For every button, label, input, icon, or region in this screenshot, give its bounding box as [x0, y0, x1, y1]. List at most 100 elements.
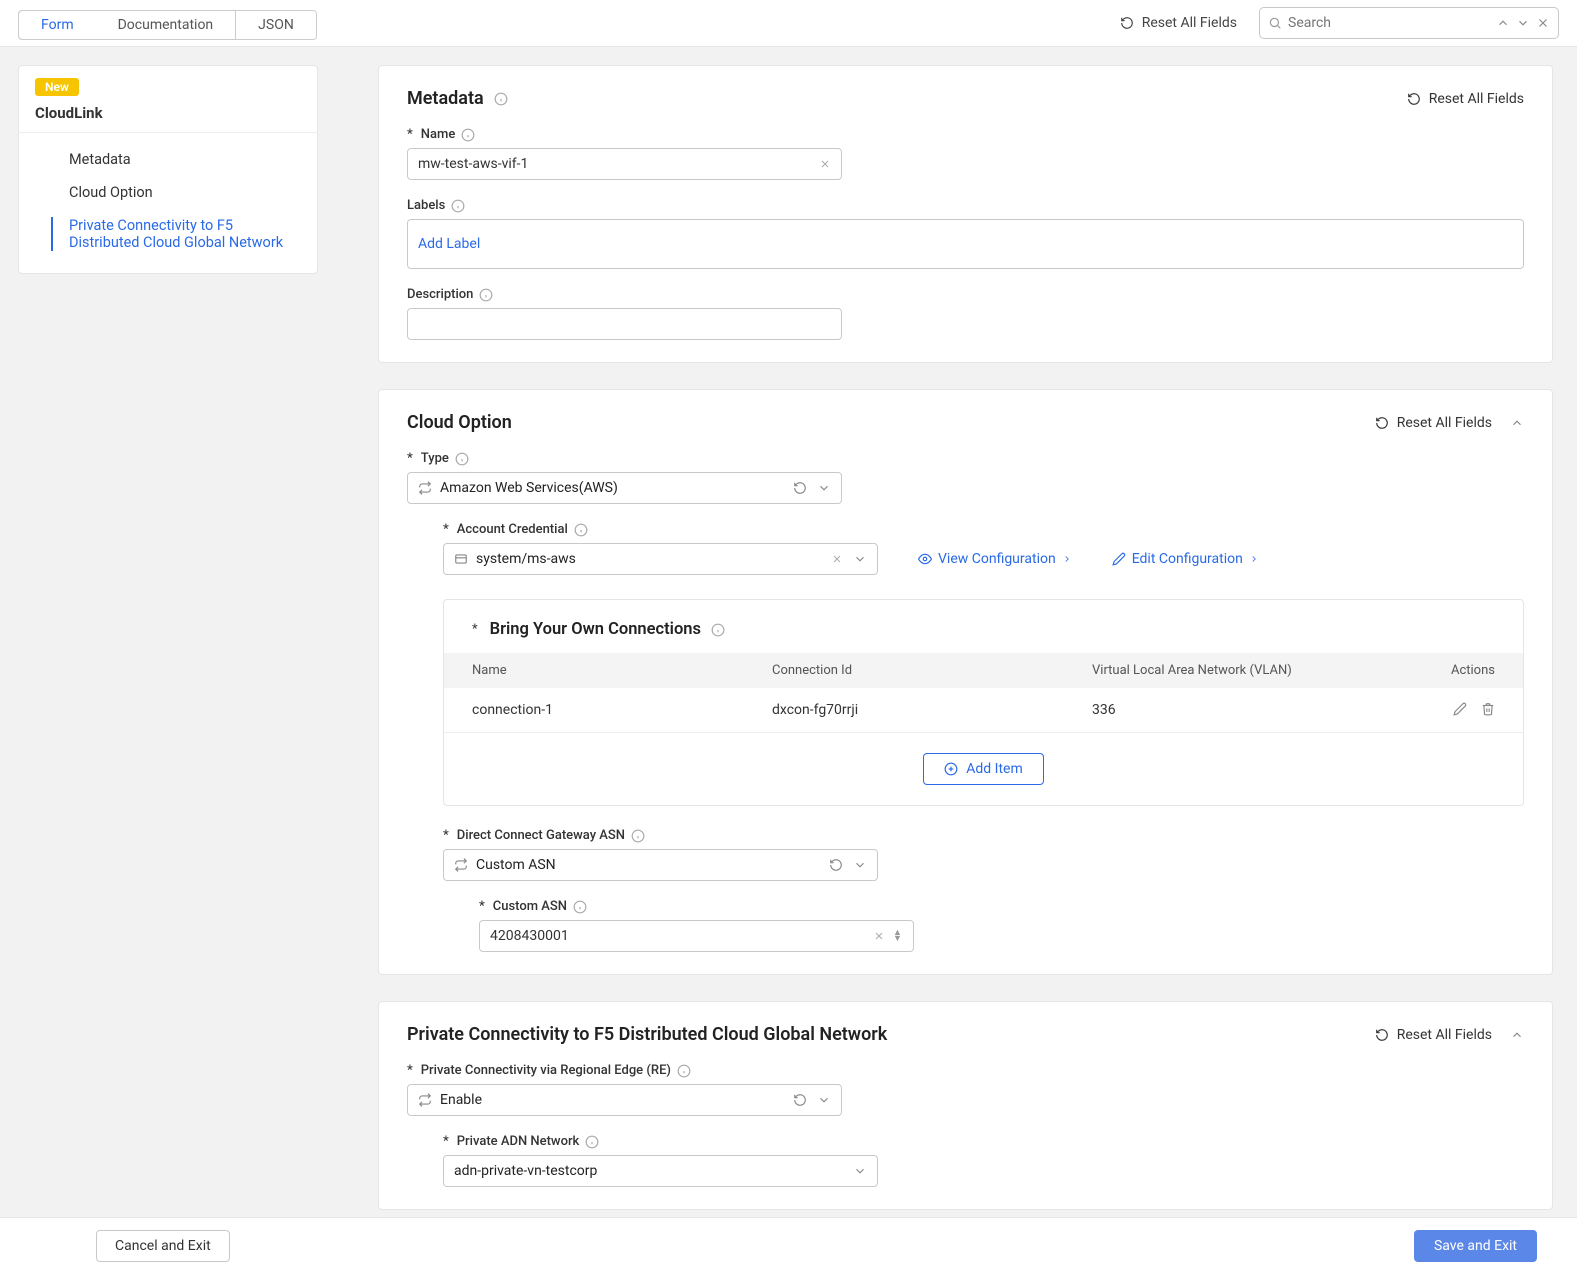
adn-label: *Private ADN Network: [443, 1134, 1524, 1149]
tab-documentation[interactable]: Documentation: [96, 11, 237, 39]
cell-vlan: 336: [1092, 702, 1415, 718]
acct-select[interactable]: system/ms-aws: [443, 543, 878, 575]
reset-all-top-label: Reset All Fields: [1142, 15, 1237, 31]
byoc-title: Bring Your Own Connections: [490, 620, 701, 639]
edit-row-icon[interactable]: [1453, 702, 1467, 716]
panel-metadata: Metadata Reset All Fields *Name: [378, 65, 1553, 363]
tab-form[interactable]: Form: [18, 10, 97, 40]
sidebar-nav: Metadata Cloud Option Private Connectivi…: [19, 133, 317, 273]
swap-icon: [454, 858, 468, 872]
adn-select[interactable]: adn-private-vn-testcorp: [443, 1155, 878, 1187]
panel-cloud-option: Cloud Option Reset All Fields *Type: [378, 389, 1553, 975]
chevron-right-icon: [1062, 554, 1072, 564]
add-item-button[interactable]: Add Item: [923, 753, 1044, 785]
description-label: Description: [407, 287, 1524, 302]
type-value: Amazon Web Services(AWS): [440, 480, 618, 496]
sidebar-item-cloud-option[interactable]: Cloud Option: [19, 176, 317, 209]
search-icon: [1268, 16, 1282, 30]
info-icon: [461, 128, 475, 142]
info-icon: [573, 900, 587, 914]
col-conn: Connection Id: [772, 663, 1092, 678]
refresh-icon[interactable]: [829, 858, 843, 872]
clear-asn-icon[interactable]: [873, 930, 885, 942]
chevron-down-icon[interactable]: [853, 552, 867, 566]
acct-label: *Account Credential: [443, 522, 1524, 537]
main-content: Metadata Reset All Fields *Name: [378, 65, 1559, 1273]
dcg-select[interactable]: Custom ASN: [443, 849, 878, 881]
description-input-wrap[interactable]: [407, 308, 842, 340]
info-icon: [574, 523, 588, 537]
view-tab-group: Form Documentation JSON: [18, 10, 317, 40]
footer-bar: Cancel and Exit Save and Exit: [0, 1217, 1577, 1273]
reset-all-top[interactable]: Reset All Fields: [1120, 15, 1237, 31]
priv-title: Private Connectivity to F5 Distributed C…: [407, 1024, 887, 1045]
reset-icon: [1375, 1028, 1389, 1042]
pencil-icon: [1112, 552, 1126, 566]
search-box[interactable]: [1259, 7, 1559, 39]
info-icon: [451, 199, 465, 213]
cancel-button[interactable]: Cancel and Exit: [96, 1230, 230, 1262]
panel-private-connectivity: Private Connectivity to F5 Distributed C…: [378, 1001, 1553, 1210]
table-row: connection-1 dxcon-fg70rrji 336: [444, 688, 1523, 733]
info-icon: [631, 829, 645, 843]
adn-value: adn-private-vn-testcorp: [454, 1163, 597, 1179]
asn-input-wrap[interactable]: ▲▼: [479, 920, 914, 952]
clear-acct-icon[interactable]: [831, 553, 843, 565]
reset-icon: [1120, 16, 1134, 30]
byoc-table-header: Name Connection Id Virtual Local Area Ne…: [444, 653, 1523, 688]
reset-metadata-label: Reset All Fields: [1429, 91, 1524, 107]
collapse-priv-icon[interactable]: [1510, 1028, 1524, 1042]
col-name: Name: [472, 663, 772, 678]
info-icon: [479, 288, 493, 302]
swap-icon: [418, 1093, 432, 1107]
asn-stepper[interactable]: ▲▼: [893, 930, 903, 942]
refresh-icon[interactable]: [793, 1093, 807, 1107]
metadata-title: Metadata: [407, 88, 508, 109]
search-next-icon[interactable]: [1516, 16, 1530, 30]
search-input[interactable]: [1288, 15, 1490, 31]
chevron-down-icon[interactable]: [817, 1093, 831, 1107]
collapse-cloud-icon[interactable]: [1510, 416, 1524, 430]
chevron-down-icon[interactable]: [817, 481, 831, 495]
re-label: *Private Connectivity via Regional Edge …: [407, 1063, 1524, 1078]
sidebar: New CloudLink Metadata Cloud Option Priv…: [18, 65, 318, 1273]
save-button[interactable]: Save and Exit: [1414, 1230, 1537, 1262]
sidebar-item-private-connectivity[interactable]: Private Connectivity to F5 Distributed C…: [19, 209, 317, 259]
sidebar-title: CloudLink: [35, 104, 301, 122]
refresh-icon[interactable]: [793, 481, 807, 495]
edit-config-link[interactable]: Edit Configuration: [1112, 551, 1259, 567]
new-badge: New: [35, 78, 79, 96]
reset-cloud[interactable]: Reset All Fields: [1375, 415, 1492, 431]
clear-name-icon[interactable]: [819, 158, 831, 170]
chevron-down-icon[interactable]: [853, 858, 867, 872]
search-clear-icon[interactable]: [1536, 16, 1550, 30]
view-config-link[interactable]: View Configuration: [918, 551, 1072, 567]
search-prev-icon[interactable]: [1496, 16, 1510, 30]
add-label-button[interactable]: Add Label: [418, 236, 480, 252]
name-input-wrap[interactable]: [407, 148, 842, 180]
cell-conn: dxcon-fg70rrji: [772, 702, 1092, 718]
description-input[interactable]: [418, 316, 831, 332]
type-select[interactable]: Amazon Web Services(AWS): [407, 472, 842, 504]
eye-icon: [918, 552, 932, 566]
sidebar-item-metadata[interactable]: Metadata: [19, 143, 317, 176]
tab-json[interactable]: JSON: [236, 11, 316, 39]
name-label: *Name: [407, 127, 1524, 142]
cloud-title: Cloud Option: [407, 412, 512, 433]
cell-name: connection-1: [472, 702, 772, 718]
byoc-subpanel: * Bring Your Own Connections Name Connec…: [443, 599, 1524, 806]
re-select[interactable]: Enable: [407, 1084, 842, 1116]
type-label: *Type: [407, 451, 1524, 466]
reset-metadata[interactable]: Reset All Fields: [1407, 91, 1524, 107]
labels-box[interactable]: Add Label: [407, 219, 1524, 269]
info-icon: [711, 623, 725, 637]
name-input[interactable]: [418, 156, 811, 172]
chevron-down-icon[interactable]: [853, 1164, 867, 1178]
asn-input[interactable]: [490, 928, 865, 944]
delete-row-icon[interactable]: [1481, 702, 1495, 716]
re-value: Enable: [440, 1092, 482, 1108]
info-icon: [585, 1135, 599, 1149]
reset-cloud-label: Reset All Fields: [1397, 415, 1492, 431]
top-bar: Form Documentation JSON Reset All Fields: [0, 0, 1577, 47]
reset-priv[interactable]: Reset All Fields: [1375, 1027, 1492, 1043]
